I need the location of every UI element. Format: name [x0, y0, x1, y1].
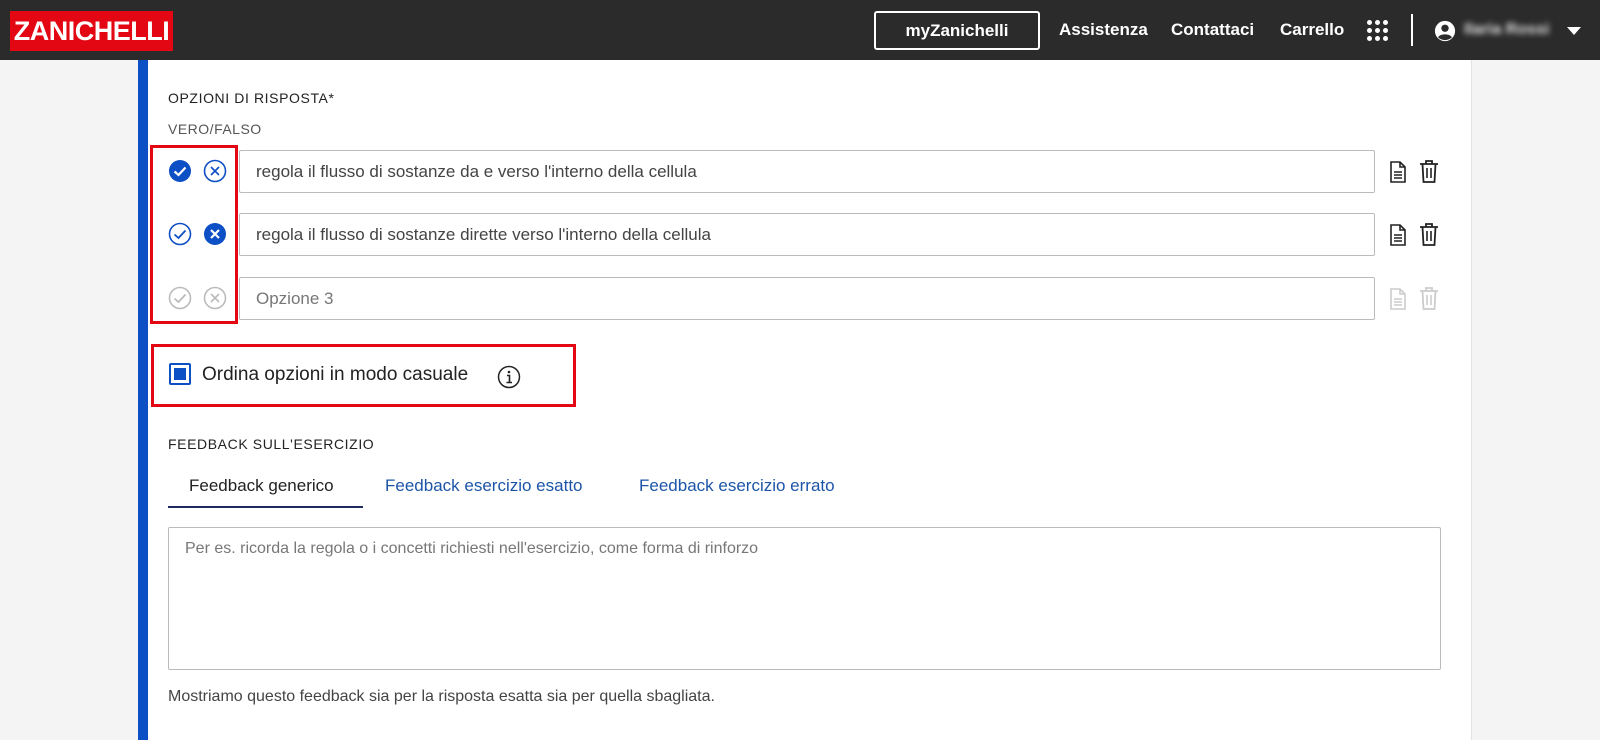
document-icon[interactable] — [1388, 223, 1408, 247]
option-input-2[interactable]: regola il flusso di sostanze dirette ver… — [239, 213, 1375, 256]
answer-type-label: VERO/FALSO — [168, 121, 262, 137]
nav-link-contattaci[interactable]: Contattaci — [1171, 20, 1254, 40]
header-divider — [1411, 14, 1413, 46]
feedback-helper-text: Mostriamo questo feedback sia per la ris… — [168, 688, 715, 705]
active-tab-indicator — [168, 506, 363, 508]
document-icon[interactable] — [1388, 287, 1408, 311]
tab-feedback-generico[interactable]: Feedback generico — [189, 476, 334, 496]
zanichelli-logo[interactable]: ZANICHELLI — [10, 11, 173, 51]
option-input-3[interactable]: Opzione 3 — [239, 277, 1375, 320]
tab-feedback-errato[interactable]: Feedback esercizio errato — [639, 476, 835, 496]
trash-icon[interactable] — [1419, 286, 1439, 310]
myzanichelli-button[interactable]: myZanichelli — [874, 11, 1040, 50]
nav-link-assistenza[interactable]: Assistenza — [1059, 20, 1148, 40]
feedback-textarea[interactable]: Per es. ricorda la regola o i concetti r… — [168, 527, 1441, 670]
top-navigation-bar: ZANICHELLI myZanichelli Assistenza Conta… — [0, 0, 1600, 60]
shuffle-options-checkbox[interactable] — [169, 363, 191, 385]
document-icon[interactable] — [1388, 160, 1408, 184]
user-avatar-icon[interactable] — [1434, 20, 1456, 42]
tab-feedback-esatto[interactable]: Feedback esercizio esatto — [385, 476, 583, 496]
trash-icon[interactable] — [1419, 222, 1439, 246]
answer-options-title: OPZIONI DI RISPOSTA* — [168, 90, 335, 106]
feedback-section-title: FEEDBACK SULL'ESERCIZIO — [168, 436, 375, 452]
nav-link-carrello[interactable]: Carrello — [1280, 20, 1344, 40]
panel-accent-bar — [138, 60, 148, 740]
chevron-down-icon[interactable] — [1567, 27, 1581, 35]
user-name[interactable]: Ilaria Rossi — [1464, 21, 1549, 39]
apps-grid-icon[interactable] — [1367, 20, 1389, 42]
highlight-box-true-false — [150, 145, 238, 324]
trash-icon[interactable] — [1419, 159, 1439, 183]
option-input-1[interactable]: regola il flusso di sostanze da e verso … — [239, 150, 1375, 193]
shuffle-options-label[interactable]: Ordina opzioni in modo casuale — [202, 364, 468, 386]
info-icon[interactable] — [497, 365, 521, 389]
